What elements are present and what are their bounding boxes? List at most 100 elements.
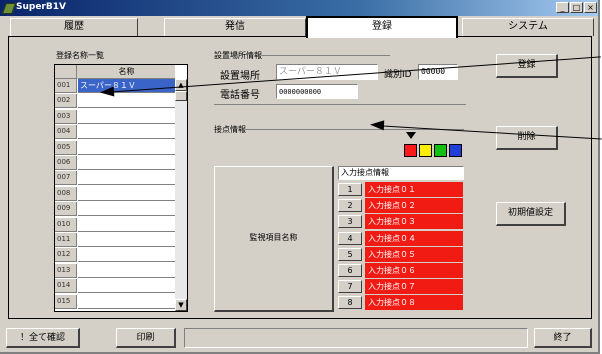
list-item-number: 006	[55, 156, 77, 170]
list-header: 名称	[55, 65, 175, 79]
list-item[interactable]: 012	[55, 248, 175, 263]
list-item-name[interactable]	[78, 156, 175, 170]
list-section-label: 登録名称一覧	[56, 51, 104, 60]
annotation-arrowhead-1	[99, 86, 115, 98]
app-pen-icon	[1, 3, 17, 14]
list-item-number: 015	[55, 294, 77, 309]
monitor-item-name-button[interactable]: 監視項目名称	[214, 166, 334, 312]
annotation-arrowhead-2	[369, 119, 385, 131]
list-item-name[interactable]	[78, 294, 175, 309]
contact-info-section-label: 接点情報	[214, 125, 246, 134]
device-info-group-line	[262, 55, 390, 56]
exit-button[interactable]: 終了	[534, 328, 592, 348]
list-item-number: 004	[55, 125, 77, 140]
list-item[interactable]: 005	[55, 140, 175, 155]
list-scrollbar[interactable]: ▲ ▼	[175, 79, 187, 311]
list-item-name[interactable]	[78, 248, 175, 263]
list-item-number: 011	[55, 233, 77, 247]
device-info-section-label: 設置場所情報	[214, 51, 262, 60]
list-item[interactable]: 002	[55, 94, 175, 109]
list-item-number: 010	[55, 217, 77, 232]
input-point-field[interactable]: 入力接点０８	[365, 295, 463, 311]
list-item-name[interactable]	[78, 217, 175, 232]
device-info-bottom-line	[214, 104, 466, 105]
list-item[interactable]: 013	[55, 263, 175, 278]
input-point-row: 8 入力接点０８	[338, 295, 466, 311]
list-item[interactable]: 010	[55, 217, 175, 232]
register-button[interactable]: 登録	[496, 54, 558, 78]
input-point-number: 8	[338, 296, 362, 310]
list-item-name[interactable]	[78, 202, 175, 217]
list-column-header: 名称	[78, 65, 175, 79]
list-item[interactable]: 008	[55, 186, 175, 201]
input-point-row: 7 入力接点０７	[338, 279, 466, 295]
list-item[interactable]: 003	[55, 109, 175, 124]
list-item-number: 014	[55, 279, 77, 294]
id-label: 識別ID	[384, 70, 412, 80]
list-item-name[interactable]	[78, 233, 175, 247]
close-icon[interactable]: ×	[584, 2, 597, 13]
scroll-up-icon[interactable]: ▲	[175, 79, 187, 91]
list-item-name[interactable]	[78, 279, 175, 294]
list-item[interactable]: 015	[55, 294, 175, 309]
input-point-row: 4 入力接点０４	[338, 230, 466, 246]
registered-name-list: 名称 001 スーパー８１Ｖ 002 003 004 005 006 007 008 009 010…	[54, 64, 188, 312]
input-point-field[interactable]: 入力接点０２	[365, 198, 463, 214]
list-item-name[interactable]	[78, 263, 175, 278]
list-item-number: 001	[55, 79, 77, 93]
delete-button[interactable]: 削除	[496, 126, 558, 150]
tab-send[interactable]: 発信	[164, 18, 306, 36]
list-item-name[interactable]	[78, 109, 175, 124]
list-item-name[interactable]	[78, 125, 175, 140]
green-swatch[interactable]	[434, 144, 447, 157]
phone-label: 電話番号	[220, 90, 260, 101]
scroll-down-icon[interactable]: ▼	[175, 299, 187, 311]
input-point-field[interactable]: 入力接点０７	[365, 279, 463, 295]
list-item-number: 007	[55, 171, 77, 186]
list-item-name[interactable]	[78, 140, 175, 155]
list-item-number: 002	[55, 94, 77, 109]
maximize-icon[interactable]: □	[570, 2, 583, 13]
input-point-header-field[interactable]: 入力接点情報	[338, 166, 464, 180]
red-swatch[interactable]	[404, 144, 417, 157]
confirm-all-button[interactable]: ！全て確認	[6, 328, 80, 348]
initial-setting-button[interactable]: 初期値設定	[496, 202, 566, 226]
input-point-field[interactable]: 入力接点０１	[365, 182, 463, 197]
list-header-corner	[55, 65, 77, 79]
input-point-field[interactable]: 入力接点０５	[365, 246, 463, 262]
input-point-field[interactable]: 入力接点０３	[365, 214, 463, 230]
input-point-list: 1 入力接点０１ 2 入力接点０２ 3 入力接点０３ 4 入力接点０４ 5 入力接点０５ 6 入力接点…	[338, 182, 466, 312]
list-item-number: 005	[55, 140, 77, 155]
list-item[interactable]: 009	[55, 202, 175, 217]
scroll-thumb[interactable]	[175, 91, 187, 101]
input-point-row: 1 入力接点０１	[338, 182, 466, 197]
phone-field[interactable]: 0000000000	[276, 84, 358, 99]
input-point-field[interactable]: 入力接点０６	[365, 263, 463, 278]
input-point-number: 3	[338, 215, 362, 229]
list-item[interactable]: 006	[55, 156, 175, 170]
input-point-row: 3 入力接点０３	[338, 214, 466, 230]
input-point-row: 2 入力接点０２	[338, 198, 466, 214]
list-item-name[interactable]	[78, 94, 175, 109]
list-item[interactable]: 007	[55, 171, 175, 186]
yellow-swatch[interactable]	[419, 144, 432, 157]
list-item-name[interactable]	[78, 171, 175, 186]
selector-triangle-icon	[406, 132, 416, 139]
tab-system[interactable]: システム	[462, 18, 594, 36]
input-point-number: 4	[338, 231, 362, 245]
list-item[interactable]: 011	[55, 233, 175, 247]
blue-swatch[interactable]	[449, 144, 462, 157]
list-item-number: 012	[55, 248, 77, 263]
input-point-field[interactable]: 入力接点０４	[365, 230, 463, 246]
tab-history[interactable]: 履歴	[10, 18, 138, 36]
list-item-name[interactable]	[78, 186, 175, 201]
minimize-icon[interactable]: _	[556, 2, 569, 13]
list-item-number: 013	[55, 263, 77, 278]
input-point-number: 6	[338, 264, 362, 277]
input-point-number: 5	[338, 247, 362, 261]
print-button[interactable]: 印刷	[116, 328, 176, 348]
list-item[interactable]: 014	[55, 279, 175, 294]
list-item-number: 008	[55, 186, 77, 201]
list-item[interactable]: 004	[55, 125, 175, 140]
tab-register[interactable]: 登録	[306, 16, 458, 38]
